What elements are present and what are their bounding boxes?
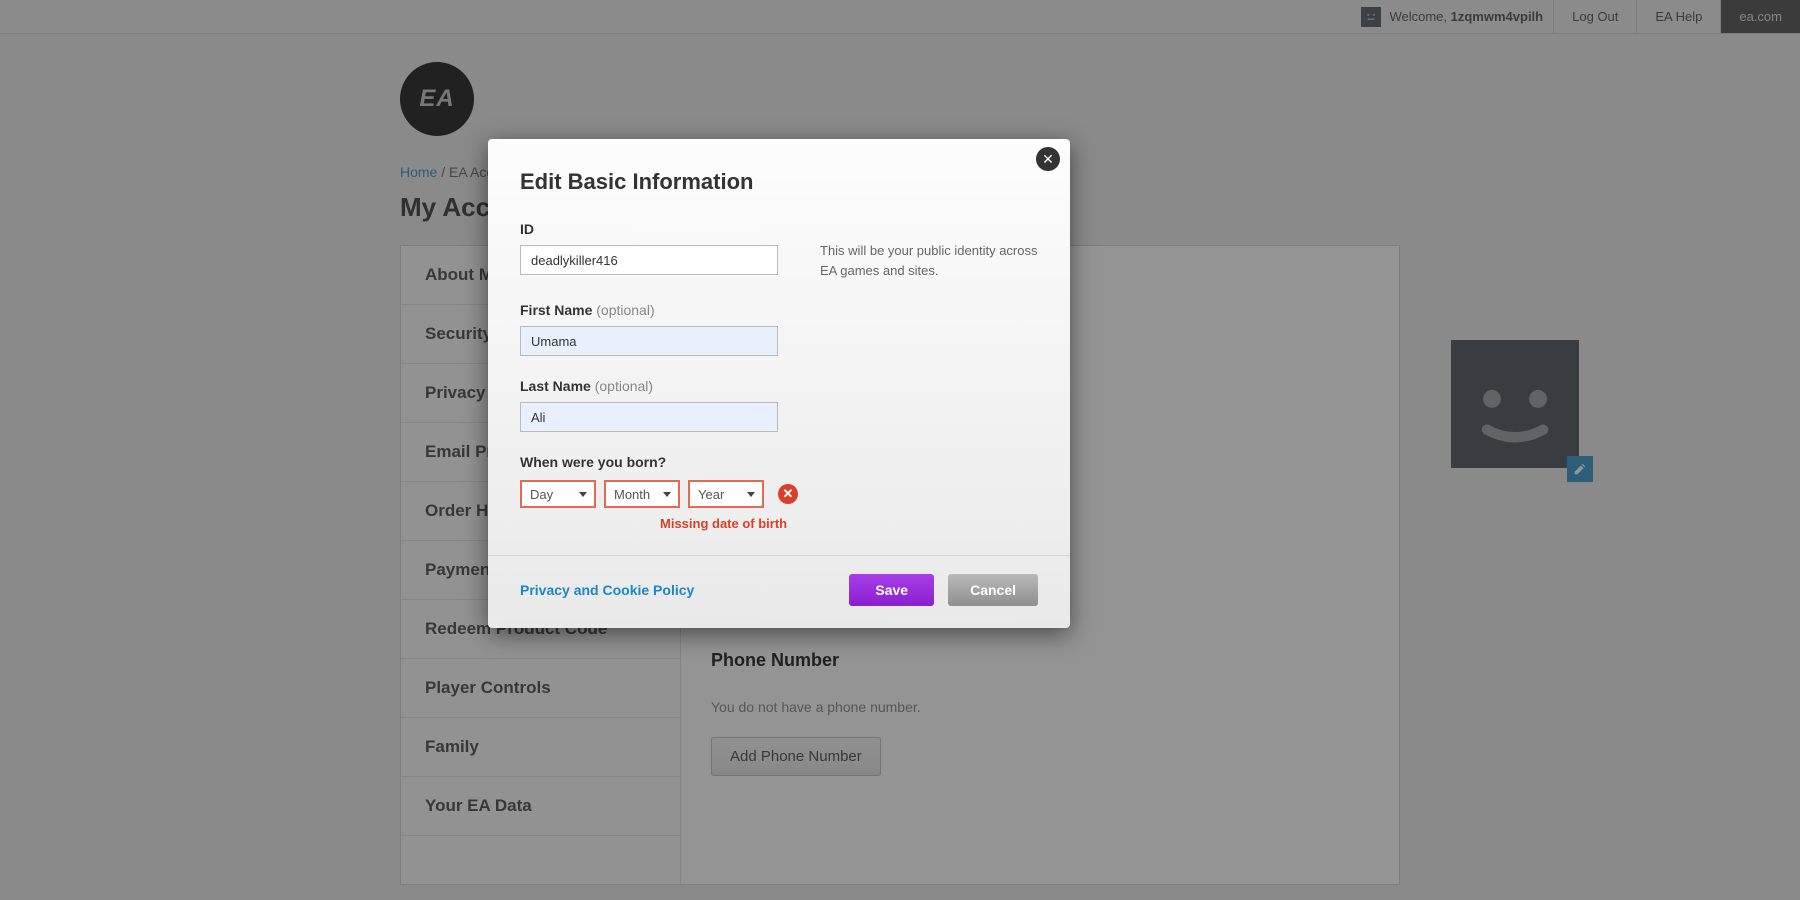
modal-divider — [488, 555, 1070, 556]
close-icon: ✕ — [1042, 151, 1054, 168]
id-input[interactable] — [520, 245, 778, 275]
dob-error-text: Missing date of birth — [660, 516, 1038, 531]
save-button[interactable]: Save — [849, 574, 934, 606]
id-label: ID — [520, 221, 780, 237]
dob-month-select[interactable]: Month — [604, 480, 680, 508]
first-name-label: First Name (optional) — [520, 302, 1038, 318]
dob-label: When were you born? — [520, 454, 1038, 470]
id-help-text: This will be your public identity across… — [820, 221, 1038, 280]
first-name-input[interactable] — [520, 326, 778, 356]
cancel-button[interactable]: Cancel — [948, 574, 1038, 606]
dob-year-select[interactable]: Year — [688, 480, 764, 508]
privacy-policy-link[interactable]: Privacy and Cookie Policy — [520, 582, 694, 598]
dob-day-select[interactable]: Day — [520, 480, 596, 508]
last-name-input[interactable] — [520, 402, 778, 432]
last-name-label: Last Name (optional) — [520, 378, 1038, 394]
modal-title: Edit Basic Information — [520, 169, 1038, 195]
modal-close-button[interactable]: ✕ — [1036, 147, 1060, 171]
edit-basic-info-modal: ✕ Edit Basic Information ID This will be… — [488, 139, 1070, 628]
error-icon: ✕ — [778, 484, 798, 504]
